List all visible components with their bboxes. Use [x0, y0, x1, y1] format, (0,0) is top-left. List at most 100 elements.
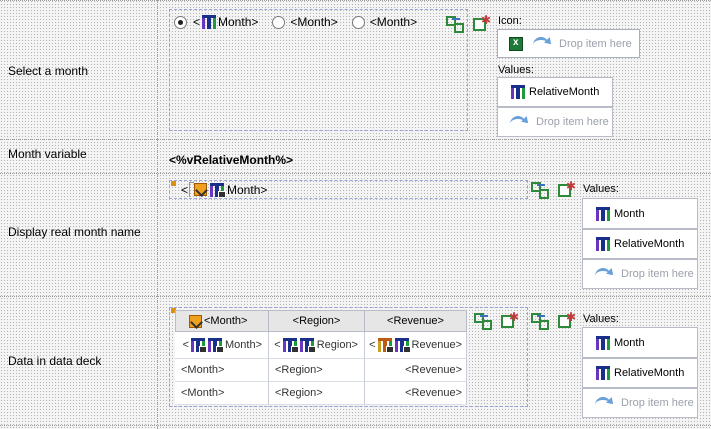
- group-tool-icon[interactable]: [446, 15, 464, 33]
- deck-cell-label: Region>: [316, 339, 358, 351]
- radio-label-prefix: <: [193, 15, 201, 29]
- row-divider: [0, 0, 711, 1]
- field-icon: [210, 182, 227, 198]
- row-divider: [0, 173, 711, 174]
- radio-label-month-1: Month>: [218, 15, 259, 29]
- deck-header-label: <Month>: [204, 315, 248, 327]
- icon-drop-zone[interactable]: Drop item here: [497, 29, 640, 58]
- values-item-label: Month: [614, 336, 645, 349]
- values-item-label: RelativeMonth: [614, 367, 685, 379]
- add-field-icon[interactable]: ✱: [557, 311, 576, 328]
- deck-cell-prefix: <: [274, 339, 281, 351]
- deck-cell-label: Revenue>: [411, 339, 462, 351]
- drop-arrow-icon: [595, 396, 611, 410]
- field-icon: [596, 335, 610, 350]
- field-icon: [208, 338, 224, 353]
- deck-header-label: <Region>: [292, 315, 341, 327]
- deck-cell[interactable]: <Revenue>: [365, 382, 467, 405]
- radio-group: < Month> <Month> <Month>: [174, 15, 417, 29]
- row-label-display-month-name: Display real month name: [8, 225, 141, 239]
- deck-cell-text: <Month>: [181, 387, 225, 399]
- deck-cell[interactable]: <Region>: [269, 382, 365, 405]
- icon-drop-label: Drop item here: [559, 37, 632, 50]
- field-icon: [202, 15, 217, 29]
- add-field-icon[interactable]: ✱: [472, 14, 491, 31]
- radio-month-3[interactable]: [351, 15, 365, 29]
- values-drop-label: Drop item here: [536, 116, 609, 128]
- row-label-month-variable: Month variable: [8, 147, 87, 161]
- deck-cell[interactable]: <Revenue>: [365, 359, 467, 382]
- field-icon: [299, 338, 316, 353]
- group-tool-icon[interactable]: [531, 312, 549, 330]
- deck-header-label: <Revenue>: [387, 315, 444, 327]
- field-icon: [394, 338, 411, 353]
- values-item-relativemonth[interactable]: RelativeMonth: [497, 77, 613, 107]
- values-item-relativemonth[interactable]: RelativeMonth: [582, 358, 698, 388]
- radio-label-month-2: <Month>: [290, 15, 338, 29]
- display-field-prefix: <: [181, 182, 189, 197]
- values-title-display: Values:: [583, 183, 619, 195]
- deck-cell[interactable]: <Month>: [175, 359, 269, 382]
- radio-month-1[interactable]: [174, 15, 187, 29]
- drop-arrow-icon: [595, 267, 611, 281]
- row-label-select-month: Select a month: [8, 64, 89, 78]
- deck-cell-region-icon[interactable]: < Region>: [269, 332, 365, 359]
- bar-chart-icon: [377, 338, 394, 353]
- field-icon: [191, 338, 207, 353]
- display-field-label: Month>: [227, 182, 268, 197]
- field-icon: [596, 206, 610, 221]
- deck-cell-text: <Region>: [275, 387, 323, 399]
- deck-cell-text: <Revenue>: [405, 387, 462, 399]
- values-item-label: RelativeMonth: [614, 238, 685, 250]
- deck-cell[interactable]: <Region>: [269, 359, 365, 382]
- deck-header-month[interactable]: <Month>: [175, 310, 269, 332]
- field-icon: [596, 237, 610, 251]
- variable-expression: <%vRelativeMonth%>: [169, 153, 294, 167]
- icon-section-title: Icon:: [498, 15, 522, 27]
- values-drop-zone-select[interactable]: Drop item here: [497, 107, 613, 137]
- display-field-content: < Month>: [181, 182, 268, 198]
- deck-cell-label: Month>: [225, 339, 262, 351]
- row-divider: [0, 296, 711, 297]
- values-drop-zone-deck[interactable]: Drop item here: [582, 388, 698, 418]
- row-label-data-deck: Data in data deck: [8, 354, 102, 368]
- field-icon: [511, 85, 525, 99]
- excel-icon: [509, 36, 523, 51]
- values-drop-label: Drop item here: [621, 397, 694, 409]
- deck-header-region[interactable]: <Region>: [268, 310, 365, 332]
- deck-cell-prefix: <: [369, 339, 376, 351]
- radio-label-month-3: <Month>: [369, 15, 418, 29]
- row-divider: [0, 425, 711, 426]
- values-item-month[interactable]: Month: [582, 327, 698, 358]
- deck-header-revenue[interactable]: <Revenue>: [364, 310, 467, 332]
- deck-cell-prefix: <: [182, 339, 189, 351]
- row-divider: [0, 139, 711, 140]
- values-drop-zone-display[interactable]: Drop item here: [582, 259, 698, 289]
- label-column-divider: [157, 0, 158, 429]
- field-icon: [596, 366, 610, 380]
- group-tool-icon[interactable]: [474, 312, 492, 330]
- deck-cell-text: <Month>: [181, 364, 225, 376]
- values-item-relativemonth[interactable]: RelativeMonth: [582, 229, 698, 259]
- add-field-icon[interactable]: ✱: [500, 311, 519, 328]
- radio-month-2[interactable]: [272, 15, 286, 29]
- deck-cell-revenue-icon[interactable]: < Revenue>: [365, 332, 467, 359]
- values-item-month[interactable]: Month: [582, 198, 698, 229]
- group-tool-icon[interactable]: [531, 181, 549, 199]
- deck-cell-month-icon[interactable]: < Month>: [175, 332, 269, 359]
- variable-icon: [189, 314, 202, 328]
- values-title-deck: Values:: [583, 313, 619, 325]
- deck-cell-text: <Region>: [275, 364, 323, 376]
- selection-marker: [171, 181, 176, 186]
- add-field-icon[interactable]: ✱: [557, 180, 576, 197]
- values-item-label: RelativeMonth: [529, 86, 600, 98]
- deck-cell[interactable]: <Month>: [175, 382, 269, 405]
- values-title-select: Values:: [498, 64, 534, 76]
- drop-arrow-icon: [510, 115, 526, 129]
- values-item-label: Month: [614, 207, 645, 220]
- values-drop-label: Drop item here: [621, 268, 694, 280]
- deck-cell-text: <Revenue>: [405, 364, 462, 376]
- field-icon: [282, 338, 299, 353]
- variable-icon: [194, 183, 208, 196]
- drop-arrow-icon: [533, 37, 549, 50]
